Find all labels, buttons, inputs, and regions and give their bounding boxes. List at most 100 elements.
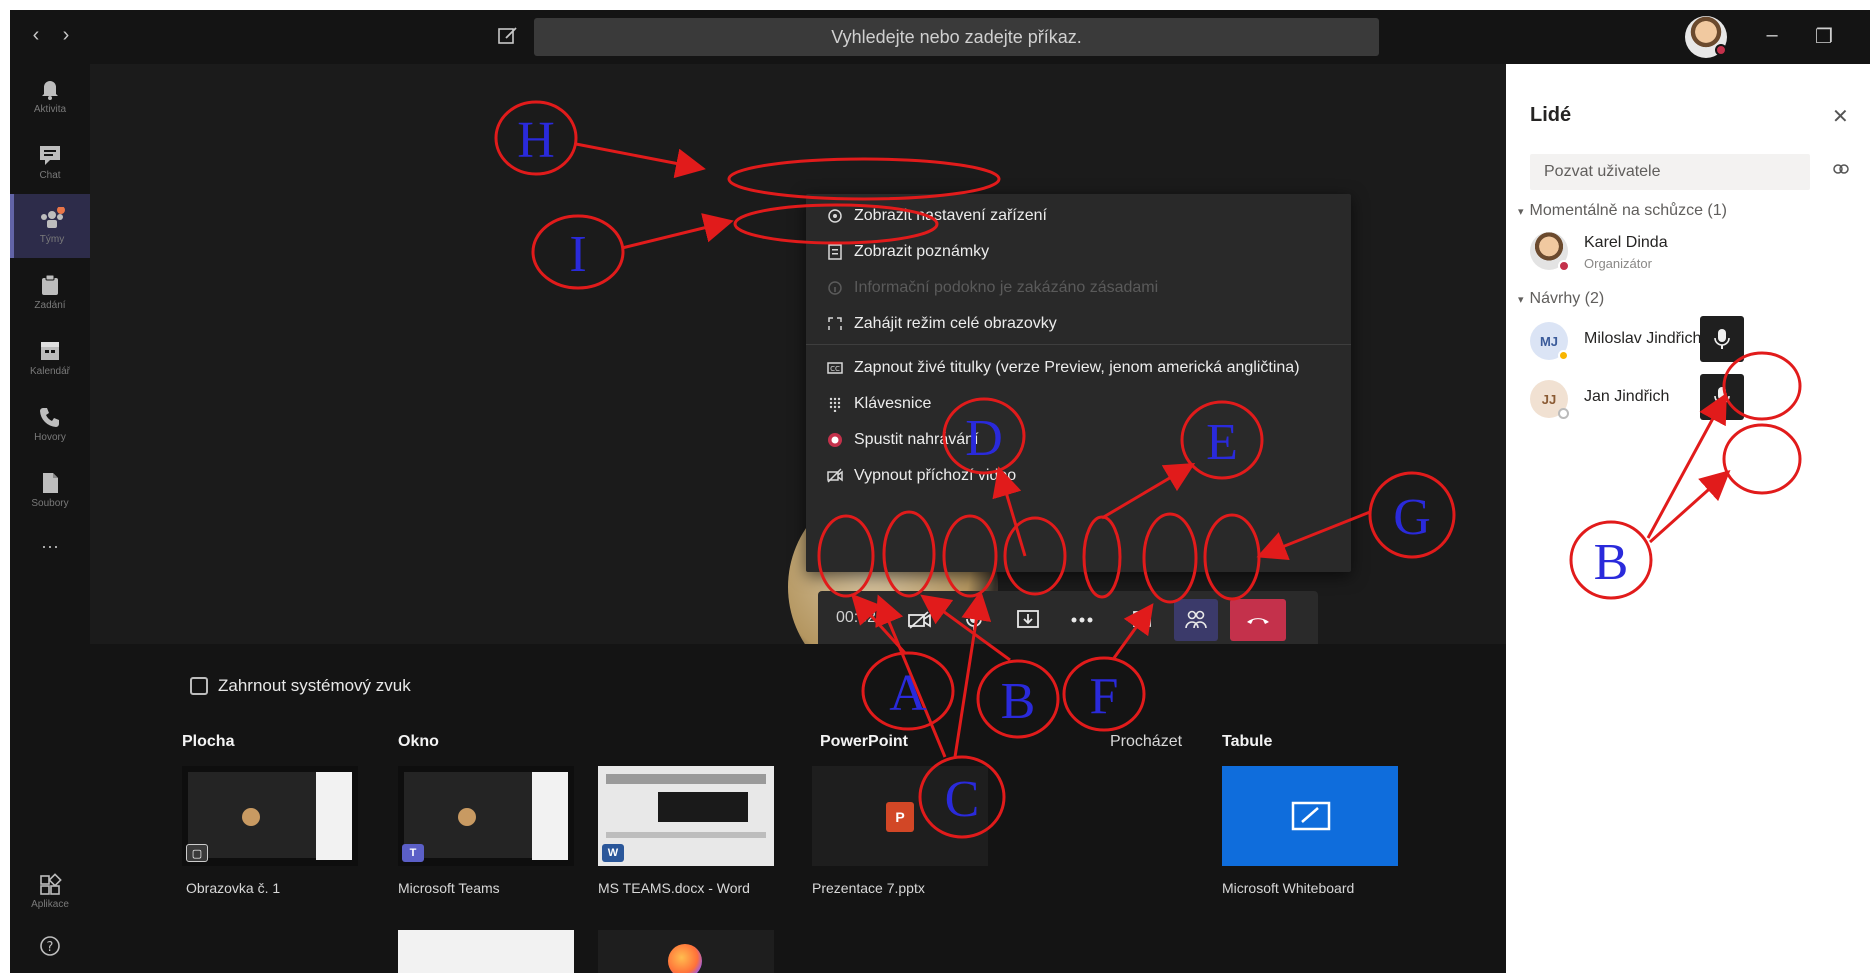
group-suggestions[interactable]: ▾ Návrhy (2) <box>1518 290 1604 308</box>
forward-button[interactable]: › <box>54 24 78 47</box>
show-participants-button[interactable] <box>1174 599 1218 641</box>
avatar[interactable] <box>1685 16 1727 58</box>
word-logo-icon: W <box>602 844 624 862</box>
powerpoint-file-icon: P <box>886 802 914 832</box>
section-browse[interactable]: Procházet <box>1110 733 1182 751</box>
captions-icon: CC <box>826 359 844 377</box>
share-invite-icon[interactable] <box>1832 162 1850 179</box>
rail-label: Týmy <box>39 234 65 245</box>
group-header: Momentálně na schůzce (1) <box>1529 202 1727 219</box>
back-button[interactable]: ‹ <box>24 24 48 47</box>
rail-label: Hovory <box>34 432 66 443</box>
files-icon <box>37 471 63 495</box>
call-timer: 00:32 <box>836 609 877 626</box>
rail-item-activity[interactable]: Aktivita <box>10 64 90 128</box>
screen-icon: ▢ <box>186 844 208 862</box>
rail-item-calls[interactable]: Hovory <box>10 392 90 456</box>
rail-label: Aplikace <box>31 899 69 910</box>
share-option-powerpoint[interactable]: P <box>812 766 988 866</box>
menu-item-fullscreen[interactable]: Zahájit režim celé obrazovky <box>806 306 1351 342</box>
ellipsis-icon <box>1071 617 1093 623</box>
share-option-whiteboard[interactable] <box>1222 766 1398 866</box>
rail-item-calendar[interactable]: Kalendář <box>10 326 90 390</box>
chevron-down-icon: ▾ <box>1518 206 1524 218</box>
help-button[interactable]: ? <box>10 926 90 966</box>
presence-offline-icon <box>1558 408 1569 419</box>
share-option-word[interactable]: W <box>598 766 774 866</box>
maximize-button[interactable]: ❐ <box>1810 24 1838 49</box>
settings-icon <box>826 207 844 225</box>
rail-label: Chat <box>39 170 61 181</box>
notes-icon <box>826 243 844 261</box>
search-input[interactable]: Vyhledejte nebo zadejte příkaz. <box>534 18 1379 56</box>
menu-item-label: Zapnout živé titulky (verze Preview, jen… <box>854 359 1300 376</box>
share-tray: Zahrnout systémový zvuk Plocha Okno Powe… <box>90 644 1506 973</box>
window-preview <box>606 832 766 838</box>
more-apps-button[interactable]: ··· <box>10 526 90 566</box>
menu-item-show-notes[interactable]: Zobrazit poznámky <box>806 234 1351 270</box>
minimize-button[interactable]: – <box>1758 24 1786 47</box>
menu-item-start-recording[interactable]: Spustit nahrávání <box>806 422 1351 458</box>
participant-name: Miloslav Jindřich <box>1584 330 1702 347</box>
svg-text:CC: CC <box>830 365 840 373</box>
rail-item-chat[interactable]: Chat <box>10 130 90 194</box>
participant-name: Karel Dinda <box>1584 234 1668 251</box>
teams-logo-icon: T <box>402 844 424 862</box>
bell-icon <box>37 77 63 101</box>
more-actions-menu: Zobrazit nastavení zařízení Zobrazit poz… <box>806 194 1351 572</box>
microphone-icon <box>1714 387 1730 407</box>
menu-item-live-captions[interactable]: CC Zapnout živé titulky (verze Preview, … <box>806 350 1351 386</box>
close-icon[interactable]: ✕ <box>1832 104 1849 129</box>
menu-item-label: Klávesnice <box>854 395 932 412</box>
menu-item-incoming-video-off[interactable]: Vypnout příchozí video <box>806 458 1351 494</box>
microphone-icon <box>1714 329 1730 349</box>
suggestion-jan-jindrich[interactable]: JJ Jan Jindřich <box>1530 376 1850 424</box>
people-panel: Lidé ✕ Pozvat uživatele ▾ Momentálně na s… <box>1506 64 1870 973</box>
camera-toggle-button[interactable] <box>898 599 942 641</box>
include-system-audio-checkbox[interactable]: Zahrnout systémový zvuk <box>190 676 411 696</box>
record-icon <box>826 431 844 449</box>
section-powerpoint: PowerPoint <box>820 733 909 750</box>
menu-item-device-settings[interactable]: Zobrazit nastavení zařízení <box>806 198 1351 234</box>
title-bar: ‹ › Vyhledejte nebo zadejte příkaz. – ❐ <box>10 10 1870 64</box>
participant-karel-dinda[interactable]: Karel Dinda Organizátor <box>1530 228 1850 276</box>
microphone-icon <box>966 610 982 630</box>
rail-item-assignments[interactable]: Zadání <box>10 260 90 324</box>
share-option-window[interactable] <box>398 930 574 973</box>
whiteboard-icon <box>1291 801 1331 831</box>
checkbox-box[interactable] <box>190 677 208 695</box>
menu-item-label: Informační podokno je zakázáno zásadami <box>854 279 1159 296</box>
invite-input[interactable]: Pozvat uživatele <box>1530 154 1810 190</box>
info-icon <box>826 279 844 297</box>
participant-role: Organizátor <box>1584 256 1652 271</box>
suggestion-miloslav-jindrich[interactable]: MJ Miloslav Jindřich <box>1530 318 1850 366</box>
chat-icon <box>37 143 63 167</box>
more-actions-button[interactable] <box>1060 599 1104 641</box>
svg-text:?: ? <box>47 940 54 955</box>
show-conversation-button[interactable] <box>1120 599 1164 641</box>
call-participant-button[interactable] <box>1700 374 1744 420</box>
rail-item-files[interactable]: Soubory <box>10 458 90 522</box>
group-in-meeting[interactable]: ▾ Momentálně na schůzce (1) <box>1518 202 1727 220</box>
call-participant-button[interactable] <box>1700 316 1744 362</box>
share-screen-button[interactable] <box>1006 599 1050 641</box>
video-off-icon <box>826 467 844 485</box>
hang-up-button[interactable] <box>1230 599 1286 641</box>
share-option-screen[interactable]: ▢ <box>182 766 358 866</box>
teams-icon <box>39 206 65 231</box>
calendar-icon <box>37 339 63 363</box>
presence-busy-icon <box>1715 44 1727 56</box>
menu-item-label: Vypnout příchozí video <box>854 467 1017 484</box>
presence-busy-icon <box>1558 260 1570 272</box>
menu-item-keypad[interactable]: Klávesnice <box>806 386 1351 422</box>
share-option-teams[interactable]: T <box>398 766 574 866</box>
share-option-label: Microsoft Whiteboard <box>1222 880 1355 896</box>
participant-name: Jan Jindřich <box>1584 388 1670 405</box>
compose-icon[interactable] <box>496 24 520 48</box>
rail-item-apps[interactable]: Aplikace <box>10 859 90 923</box>
phone-icon <box>37 405 63 429</box>
share-option-firefox[interactable] <box>598 930 774 973</box>
rail-item-teams[interactable]: Týmy <box>10 194 90 258</box>
mic-toggle-button[interactable] <box>952 599 996 641</box>
firefox-logo-icon <box>668 944 702 973</box>
